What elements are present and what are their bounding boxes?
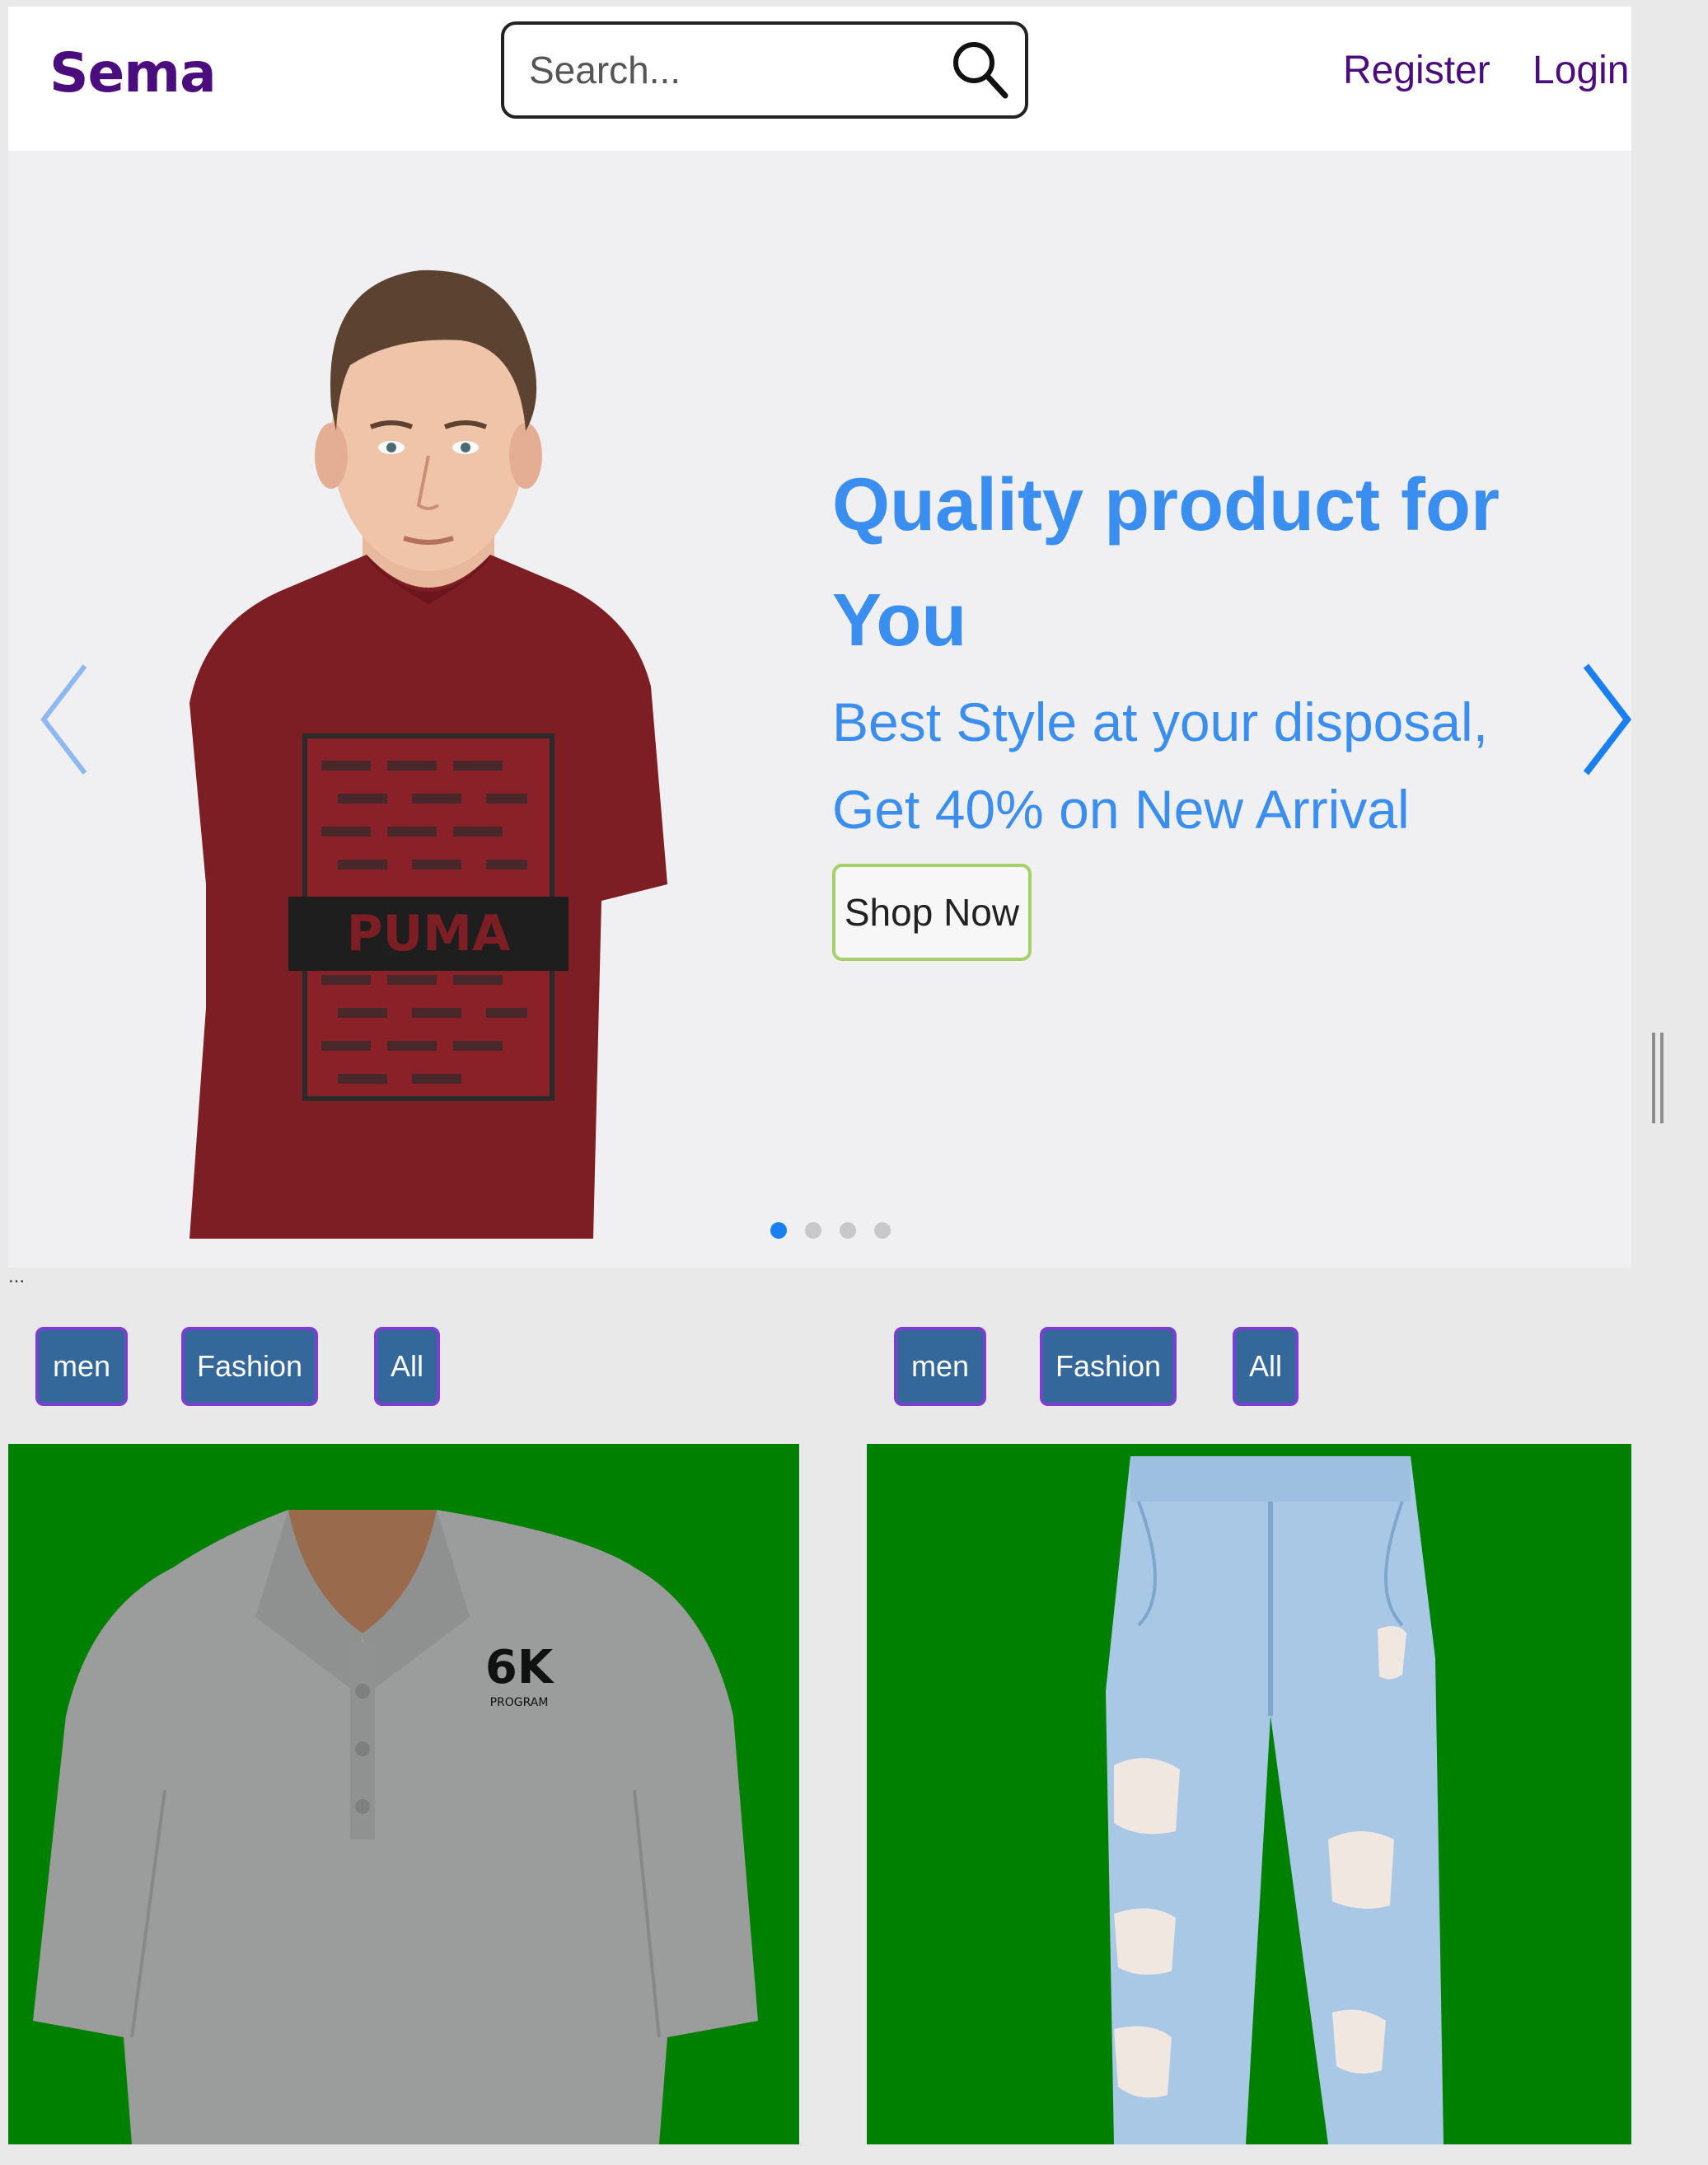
- category-tags-left: men Fashion All: [35, 1327, 440, 1406]
- search-box[interactable]: [501, 21, 1028, 119]
- tag-men[interactable]: men: [894, 1327, 986, 1406]
- ellipsis-text: ...: [8, 1265, 26, 1287]
- chevron-left-icon[interactable]: [31, 658, 97, 781]
- tag-fashion[interactable]: Fashion: [181, 1327, 318, 1406]
- search-input[interactable]: [529, 48, 924, 92]
- shop-now-button[interactable]: Shop Now: [832, 864, 1032, 961]
- chevron-right-icon[interactable]: [1574, 658, 1640, 781]
- hero-subtitle: Best Style at your disposal, Get 40% on …: [832, 691, 1489, 840]
- polo-shirt-image: 6K PROGRAM: [33, 1510, 758, 2144]
- tag-fashion[interactable]: Fashion: [1040, 1327, 1177, 1406]
- hero-carousel: PUMA Quality product for You Best Style …: [8, 151, 1632, 1268]
- hero-title: Quality product for You: [832, 464, 1500, 662]
- carousel-dot-1[interactable]: [770, 1222, 787, 1239]
- scrollbar-handle[interactable]: [1650, 1033, 1667, 1123]
- search-icon[interactable]: [948, 36, 1013, 102]
- category-tags-right: men Fashion All: [894, 1327, 1299, 1406]
- page: Sema Register Login: [0, 0, 1708, 2165]
- carousel-indicators: [770, 1222, 891, 1239]
- tag-all[interactable]: All: [1233, 1327, 1299, 1406]
- tag-men[interactable]: men: [35, 1327, 128, 1406]
- login-link[interactable]: Login: [1533, 48, 1629, 93]
- jeans-image: [1106, 1456, 1444, 2144]
- tag-all[interactable]: All: [374, 1327, 440, 1406]
- carousel-dot-2[interactable]: [805, 1222, 821, 1239]
- polo-logo-subtext: PROGRAM: [490, 1696, 549, 1709]
- brand-logo[interactable]: Sema: [49, 41, 217, 105]
- product-card-polo[interactable]: 6K PROGRAM: [8, 1444, 799, 2144]
- product-card-jeans[interactable]: [867, 1444, 1631, 2144]
- shirt-print-text: PUMA: [347, 905, 511, 963]
- polo-logo-text: 6K: [485, 1641, 555, 1694]
- carousel-dot-4[interactable]: [874, 1222, 891, 1239]
- header: Sema Register Login: [8, 7, 1631, 151]
- hero-model-image: PUMA: [190, 269, 667, 1239]
- register-link[interactable]: Register: [1343, 48, 1490, 93]
- carousel-dot-3[interactable]: [840, 1222, 856, 1239]
